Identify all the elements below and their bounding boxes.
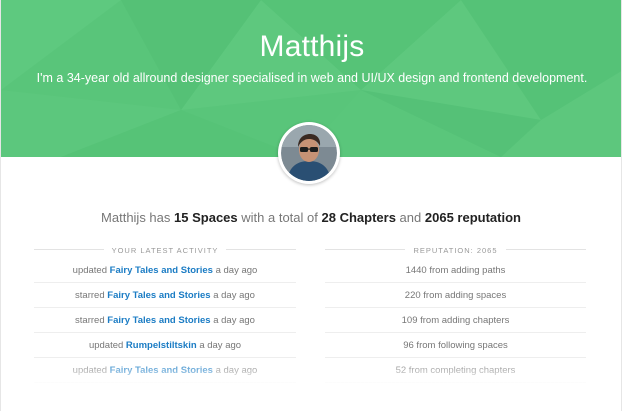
reputation-item: 109 from adding chapters <box>325 308 586 333</box>
reputation-item: 1440 from adding paths <box>325 258 586 283</box>
summary-middle: with a total of <box>241 210 318 225</box>
reputation-item: 96 from following spaces <box>325 333 586 358</box>
activity-list: updated Fairy Tales and Stories a day ag… <box>34 258 296 383</box>
summary-reputation: 2065 reputation <box>424 210 521 225</box>
summary-spaces: 15 Spaces <box>174 210 238 225</box>
activity-verb: starred <box>75 290 105 301</box>
reputation-header-label: Reputation: 2065 <box>405 246 506 255</box>
activity-header-label: Your latest activity <box>103 246 227 255</box>
activity-item: starred Fairy Tales and Stories a day ag… <box>34 308 296 333</box>
activity-target-link[interactable]: Fairy Tales and Stories <box>107 315 210 326</box>
avatar[interactable] <box>278 122 340 184</box>
profile-name: Matthijs <box>259 30 365 63</box>
activity-verb: updated <box>72 265 107 276</box>
reputation-item: 52 from completing chapters <box>325 358 586 383</box>
activity-verb: updated <box>88 340 124 351</box>
activity-time: a day ago <box>199 340 242 351</box>
reputation-item: 220 from adding spaces <box>325 283 586 308</box>
activity-target-link[interactable]: Fairy Tales and Stories <box>110 265 213 276</box>
profile-summary: Matthijs has 15 Spaces with a total of 2… <box>1 210 621 225</box>
activity-time: a day ago <box>213 315 255 326</box>
activity-item: updated Rumpelstiltskin a day ago <box>34 333 296 358</box>
activity-time: a day ago <box>215 365 258 376</box>
activity-item: updated Fairy Tales and Stories a day ag… <box>34 358 296 383</box>
activity-item: updated Fairy Tales and Stories a day ag… <box>34 258 296 283</box>
profile-bio: I'm a 34-year old allround designer spec… <box>36 71 588 85</box>
activity-header: Your latest activity <box>34 240 296 258</box>
summary-chapters: 28 Chapters <box>321 210 396 225</box>
summary-joiner: and <box>399 210 422 225</box>
reputation-header: Reputation: 2065 <box>325 240 586 258</box>
activity-target-link[interactable]: Rumpelstiltskin <box>126 340 197 351</box>
activity-time: a day ago <box>213 290 255 301</box>
activity-verb: starred <box>75 315 105 326</box>
activity-time: a day ago <box>215 265 258 276</box>
activity-verb: updated <box>72 365 107 376</box>
summary-prefix: Matthijs has <box>101 210 171 225</box>
activity-column: Your latest activity updated Fairy Tales… <box>34 240 296 383</box>
activity-target-link[interactable]: Fairy Tales and Stories <box>110 365 213 376</box>
avatar-photo <box>281 125 337 181</box>
profile-page: Matthijs I'm a 34-year old allround desi… <box>0 0 622 411</box>
reputation-list: 1440 from adding paths 220 from adding s… <box>325 258 586 383</box>
reputation-column: Reputation: 2065 1440 from adding paths … <box>325 240 586 383</box>
activity-target-link[interactable]: Fairy Tales and Stories <box>107 290 210 301</box>
activity-item: starred Fairy Tales and Stories a day ag… <box>34 283 296 308</box>
